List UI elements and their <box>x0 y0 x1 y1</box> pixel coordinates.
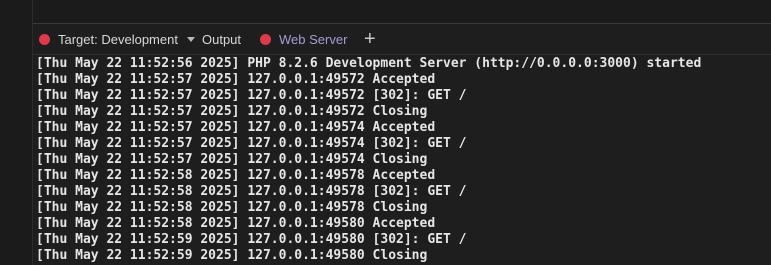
chevron-down-icon[interactable] <box>186 37 195 42</box>
console-output[interactable]: [Thu May 22 11:52:56 2025] PHP 8.2.6 Dev… <box>36 56 771 264</box>
log-line: [Thu May 22 11:52:57 2025] 127.0.0.1:495… <box>36 72 436 87</box>
log-line: [Thu May 22 11:52:57 2025] 127.0.0.1:495… <box>36 88 467 103</box>
log-line: [Thu May 22 11:52:57 2025] 127.0.0.1:495… <box>36 136 467 151</box>
log-line: [Thu May 22 11:52:58 2025] 127.0.0.1:495… <box>36 184 467 199</box>
status-dot-icon <box>260 33 271 45</box>
panel-tab-bar: Target: Development Output Web Server + <box>33 24 771 55</box>
log-line: [Thu May 22 11:52:59 2025] 127.0.0.1:495… <box>36 248 428 263</box>
log-line: [Thu May 22 11:52:58 2025] 127.0.0.1:495… <box>36 200 428 215</box>
status-dot-icon <box>39 33 50 45</box>
tab-output-label: Output <box>202 31 242 47</box>
log-line: [Thu May 22 11:52:58 2025] 127.0.0.1:495… <box>36 216 436 231</box>
tab-output[interactable]: Output <box>202 24 241 54</box>
log-line: [Thu May 22 11:52:57 2025] 127.0.0.1:495… <box>36 120 436 135</box>
log-line: [Thu May 22 11:52:59 2025] 127.0.0.1:495… <box>36 232 467 247</box>
log-line: [Thu May 22 11:52:57 2025] 127.0.0.1:495… <box>36 152 428 167</box>
target-selector-label: Target: Development <box>58 31 178 47</box>
log-line: [Thu May 22 11:52:56 2025] PHP 8.2.6 Dev… <box>36 56 702 71</box>
output-panel: Target: Development Output Web Server + … <box>33 23 771 265</box>
side-gutter <box>0 0 33 265</box>
tab-web-server[interactable]: Web Server <box>260 24 347 54</box>
target-selector[interactable]: Target: Development <box>39 24 195 54</box>
plus-icon: + <box>364 27 376 50</box>
tab-web-server-label: Web Server <box>279 31 348 47</box>
editor-top-area <box>0 0 771 23</box>
log-line: [Thu May 22 11:52:58 2025] 127.0.0.1:495… <box>36 168 436 183</box>
log-line: [Thu May 22 11:52:57 2025] 127.0.0.1:495… <box>36 104 428 119</box>
add-tab-button[interactable]: + <box>364 24 376 54</box>
